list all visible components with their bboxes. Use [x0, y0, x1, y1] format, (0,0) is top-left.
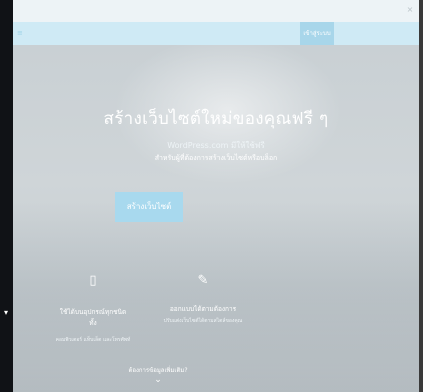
phone-icon: ▯: [89, 273, 97, 288]
hero-subtitle: WordPress.com มีให้ใช้ฟรี: [167, 141, 265, 150]
site-navbar: ≡: [13, 22, 419, 45]
login-button[interactable]: เข้าสู่ระบบ: [300, 22, 334, 45]
chevron-down-icon[interactable]: ⌄: [13, 375, 303, 385]
tools-icon: ✎: [197, 273, 209, 288]
hero-section: สร้างเว็บไซต์ใหม่ของคุณฟรี ๆ WordPress.c…: [13, 45, 419, 392]
close-icon[interactable]: ×: [405, 5, 415, 15]
create-site-button[interactable]: สร้างเว็บไซต์: [115, 192, 183, 222]
feature-title-devices-line2: ทั้ง: [89, 319, 97, 327]
feature-title-devices: ใช้ได้บนอุปกรณ์ทุกชนิด: [59, 308, 127, 316]
feature-title-design: ออกแบบได้ตามต้องการ: [169, 305, 237, 313]
window-top-strip: ×: [13, 0, 419, 22]
crowd-background: [13, 202, 419, 392]
browser-window: × ≡ เข้าสู่ระบบ สร้างเว็บไซต์ใหม่ของคุณฟ…: [13, 0, 419, 392]
hero-description: สำหรับผู้ที่ต้องการสร้างเว็บไซต์หรือบล็อ…: [154, 154, 278, 162]
hero-headline: สร้างเว็บไซต์ใหม่ของคุณฟรี ๆ: [103, 109, 329, 129]
scroll-arrow-icon[interactable]: ▾: [4, 308, 8, 318]
menu-icon[interactable]: ≡: [17, 29, 23, 37]
learn-more-link[interactable]: ต้องการข้อมูลเพิ่มเติม?: [13, 365, 303, 375]
feature-desc-design: ปรับแต่งเว็บไซต์ได้ตามสไตล์ของคุณ: [163, 318, 243, 324]
feature-desc-devices: คอมพิวเตอร์ แท็บเล็ต และโทรศัพท์: [55, 337, 131, 343]
